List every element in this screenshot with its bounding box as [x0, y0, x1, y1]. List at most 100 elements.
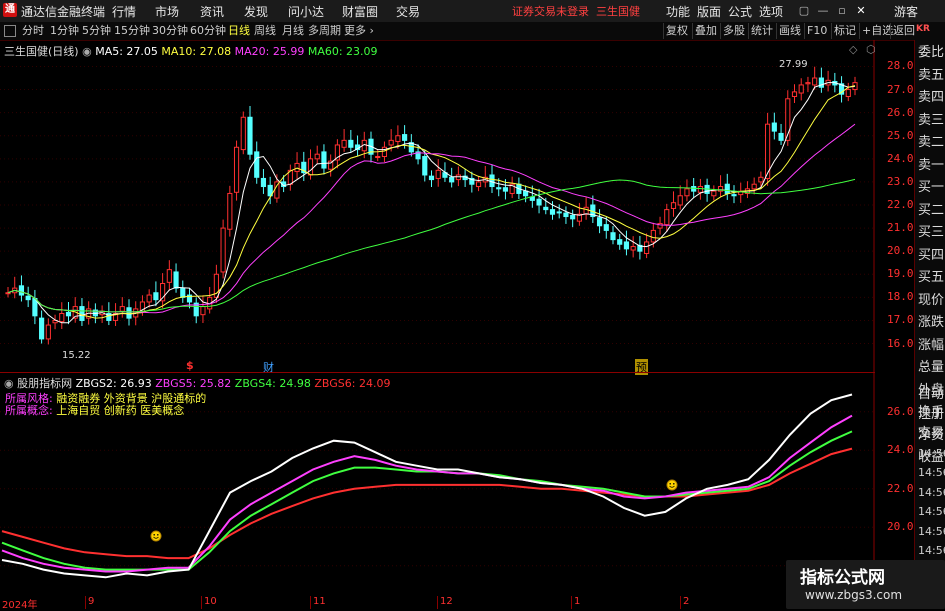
period-tab[interactable]: 5分钟	[82, 23, 111, 39]
price-axis[interactable]: 28.00 27.00 26.00 25.00 24.00 23.00 22.00 21.00…	[875, 40, 920, 609]
app-logo-icon: 通	[3, 3, 17, 17]
tool-draw[interactable]: 画线	[776, 23, 803, 39]
candle-body	[805, 82, 811, 85]
menu-function[interactable]: 功能	[666, 3, 690, 20]
period-tab[interactable]: 月线	[282, 23, 304, 39]
menu-layout[interactable]: 版面	[697, 3, 721, 20]
candle-body	[670, 202, 677, 209]
candle-body	[603, 224, 609, 231]
period-tab[interactable]: 1分钟	[50, 23, 79, 39]
kline-chart[interactable]	[0, 40, 875, 372]
ma-line-ma20	[7, 123, 856, 314]
candle-body	[422, 156, 428, 176]
date-tick: 9	[88, 596, 95, 607]
quote-field-label: 卖二	[918, 135, 945, 150]
tick-row-label[interactable]: 14:56	[918, 522, 945, 541]
tool-overlay[interactable]: 叠加	[692, 23, 719, 39]
zbgs-line-zbgs4	[1, 430, 853, 571]
candle-body	[570, 214, 576, 220]
indicator-title: ◉ 股朋指标网 ZBGS2: 26.93 ZBGS5: 25.82 ZBGS4:…	[4, 375, 390, 391]
menu-formula[interactable]: 公式	[728, 3, 752, 20]
tick-row-label[interactable]: 自动	[918, 385, 945, 404]
candle-body	[200, 306, 206, 316]
period-tab[interactable]: 30分钟	[152, 23, 188, 39]
tick-row-label[interactable]: 注册	[918, 405, 945, 424]
quote-field-label: 卖三	[918, 112, 945, 128]
date-axis[interactable]: 2024年 9 10 11 12 1 2	[0, 596, 875, 611]
candle-body	[173, 271, 179, 289]
menu-market[interactable]: 行情	[112, 3, 136, 20]
period-tab[interactable]: 多周期	[308, 23, 341, 39]
dividend-marker[interactable]: $	[186, 359, 194, 372]
zbgs-legend: ZBGS4: 24.98	[231, 377, 311, 390]
period-tab[interactable]: 15分钟	[114, 23, 150, 39]
menu-trade[interactable]: 交易	[396, 3, 420, 20]
menu-options[interactable]: 选项	[759, 3, 783, 20]
candle-body	[731, 194, 737, 197]
candle-body	[489, 174, 495, 188]
candle-body	[523, 190, 529, 197]
tick-row-label[interactable]: 14:56	[918, 444, 945, 463]
candle-body	[388, 139, 394, 146]
quote-field-label: 买二	[918, 202, 945, 218]
date-tick-mark	[310, 596, 311, 609]
candle-body	[260, 177, 267, 188]
candle-body	[307, 158, 314, 176]
candle-body	[39, 317, 45, 340]
period-tab-more[interactable]: 更多 ›	[344, 23, 374, 39]
watermark-url: www.zbgs3.com	[805, 588, 903, 602]
menu-wealth-circle[interactable]: 财富圈	[342, 3, 378, 20]
ma-line-ma5	[7, 82, 856, 324]
login-warning[interactable]: 证券交易未登录 三生国健	[512, 3, 640, 19]
candle-body	[59, 313, 65, 323]
tick-row-label[interactable]: 交易	[918, 424, 945, 443]
minimize-icon[interactable]: —	[815, 3, 831, 18]
quote-field-label: 卖五	[918, 67, 945, 83]
ma-line-ma60	[7, 178, 856, 313]
candle-body	[166, 269, 172, 283]
tool-stats[interactable]: 统计	[748, 23, 775, 39]
tool-back[interactable]: 返回	[890, 23, 917, 39]
close-icon[interactable]: ✕	[853, 3, 869, 18]
tool-multi-stock[interactable]: 多股	[720, 23, 747, 39]
period-tab-active[interactable]: 日线	[228, 23, 250, 39]
maximize-icon[interactable]: ▫	[834, 3, 850, 18]
period-tab[interactable]: 周线	[254, 23, 276, 39]
tick-row-label[interactable]: 14:56	[918, 483, 945, 502]
period-tab[interactable]: 分时	[22, 23, 44, 39]
settings-icon[interactable]: ◉	[4, 377, 14, 390]
candle-body	[650, 229, 656, 243]
tool-mark[interactable]: 标记	[831, 23, 858, 39]
candle-body	[502, 187, 509, 192]
quote-side-panel[interactable]: 委比 卖五 卖四 卖三 卖二 卖一 买一 买二 买三 买四 买五 现价 涨跌 涨幅 总量 外盘 换手 净资 收益 自动…	[914, 40, 945, 609]
user-label[interactable]: 游客	[894, 3, 918, 20]
menu-discover[interactable]: 发现	[244, 3, 268, 20]
quote-field-label: 买一	[918, 180, 945, 195]
tool-f10[interactable]: F10	[804, 23, 829, 39]
tool-adjust[interactable]: 复权	[663, 23, 690, 39]
ma-legend: MA5: 27.05	[95, 45, 158, 58]
tick-row-label[interactable]: 14:56	[918, 541, 945, 560]
kline-panel[interactable]: 三生国健(日线) ◉ MA5: 27.05 MA10: 27.08 MA20: …	[0, 40, 876, 375]
menu-news[interactable]: 资讯	[200, 3, 224, 20]
indicator-panel[interactable]: ◉ 股朋指标网 ZBGS2: 26.93 ZBGS5: 25.82 ZBGS4:…	[0, 373, 875, 595]
candle-body	[684, 188, 690, 197]
candle-body	[664, 209, 670, 226]
tick-row-label[interactable]: 14:56	[918, 463, 945, 482]
candle-body	[65, 311, 72, 317]
skin-icon[interactable]: ▢	[796, 3, 812, 18]
grid-icon[interactable]	[4, 25, 16, 37]
ma-indicators: MA5: 27.05 MA10: 27.08 MA20: 25.99 MA60:…	[95, 45, 377, 58]
settings-icon[interactable]: ◉	[82, 45, 92, 58]
candle-body	[180, 287, 186, 298]
candle-body	[341, 139, 347, 148]
concept-value: 上海自贸 创新药 医美概念	[56, 404, 185, 417]
diamond-icon[interactable]: ◇	[849, 43, 857, 56]
candle-body	[146, 294, 152, 303]
menu-markets[interactable]: 市场	[155, 3, 179, 20]
tick-row-label[interactable]: 14:56	[918, 502, 945, 521]
candle-body	[227, 192, 233, 230]
menu-ask-xiaoda[interactable]: 问小达	[288, 3, 324, 20]
smiley-signal-icon	[666, 479, 678, 491]
period-tab[interactable]: 60分钟	[190, 23, 226, 39]
